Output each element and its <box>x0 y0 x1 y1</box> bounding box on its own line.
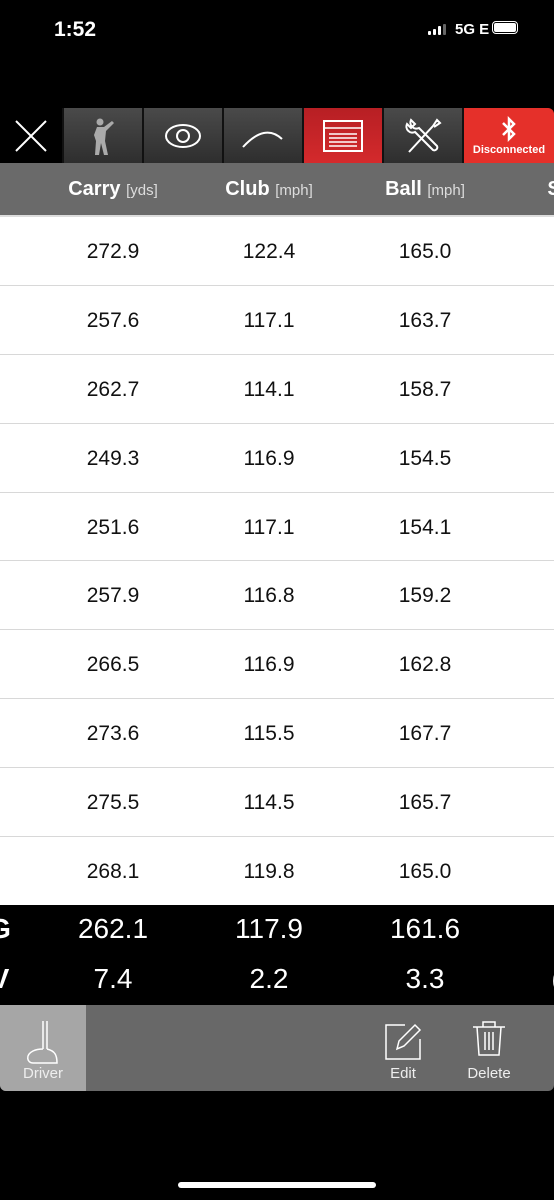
club-selector-button[interactable]: Driver <box>0 1005 86 1091</box>
network-type: 5G E <box>455 21 490 38</box>
summary-row-deviation: V 7.4 2.2 3.3 ( <box>0 955 554 1005</box>
table-row[interactable]: 273.6 115.5 167.7 <box>0 699 554 769</box>
table-cell: 122.4 <box>242 240 296 263</box>
table-cell: 275.5 <box>86 791 140 815</box>
table-cell: 163.7 <box>398 308 452 332</box>
column-name: Ball <box>385 178 422 200</box>
summary-value: 7.4 <box>93 963 133 994</box>
tools-icon <box>405 117 442 153</box>
table-row[interactable]: 251.6 117.1 154.1 <box>0 493 554 562</box>
table-header: Carry [yds] Club [mph] Ball [mph] S <box>0 163 554 217</box>
delete-label: Delete <box>467 1065 511 1082</box>
signal-icon <box>428 24 446 35</box>
column-header-club[interactable]: Club [mph] <box>225 178 313 201</box>
table-cell: 272.9 <box>86 240 140 263</box>
table-cell: 257.9 <box>86 584 140 608</box>
table-row[interactable]: 257.9 116.8 159.2 <box>0 561 554 631</box>
column-header-partial[interactable]: S <box>547 178 554 201</box>
column-unit: [mph] <box>275 182 313 199</box>
shot-table: 272.9 122.4 165.0 257.6 117.1 163.7 262.7 114.1… <box>0 217 554 906</box>
table-cell: 268.1 <box>86 860 140 884</box>
nav-bar: Disconnected <box>0 108 554 163</box>
table-cell: 257.6 <box>86 308 140 332</box>
table-row[interactable]: 257.6 117.1 163.7 <box>0 286 554 355</box>
column-header-carry[interactable]: Carry [yds] <box>68 178 158 201</box>
summary-value: 262.1 <box>77 913 149 944</box>
column-name: Carry <box>68 178 121 200</box>
table-cell: 154.5 <box>398 446 452 470</box>
table-cell: 114.5 <box>243 791 295 815</box>
summary-value: 161.6 <box>389 913 461 944</box>
summary-value: 117.9 <box>235 913 303 944</box>
tab-settings[interactable] <box>382 108 462 163</box>
table-cell: 116.9 <box>243 446 295 470</box>
close-button[interactable] <box>0 108 62 163</box>
summary-value: 3.3 <box>405 963 445 994</box>
table-cell: 116.9 <box>243 653 295 677</box>
column-name: Club <box>225 178 270 200</box>
close-icon <box>15 119 47 152</box>
status-bar: 1:52 5G E <box>0 0 554 60</box>
bluetooth-status-label: Disconnected <box>472 143 546 156</box>
table-cell: 158.7 <box>398 377 452 401</box>
table-cell: 167.7 <box>398 722 452 746</box>
eye-icon <box>165 123 201 148</box>
table-cell: 154.1 <box>398 515 452 539</box>
table-row[interactable]: 275.5 114.5 165.7 <box>0 768 554 838</box>
table-cell: 159.2 <box>398 584 452 608</box>
bottom-toolbar: Driver Edit Delete <box>0 1005 554 1091</box>
edit-button[interactable]: Edit <box>368 1005 438 1091</box>
battery-icon <box>492 21 518 34</box>
summary-value: 2.2 <box>249 963 289 994</box>
delete-button[interactable]: Delete <box>454 1005 524 1091</box>
table-cell: 266.5 <box>86 653 140 677</box>
driver-club-icon <box>27 1021 58 1064</box>
table-row[interactable]: 272.9 122.4 165.0 <box>0 217 554 286</box>
summary-row-average: G 262.1 117.9 161.6 <box>0 905 554 955</box>
tab-trajectory[interactable] <box>222 108 302 163</box>
summary-label: V <box>0 963 9 995</box>
tab-table[interactable] <box>302 108 382 163</box>
column-unit: [yds] <box>126 182 158 199</box>
table-cell: 114.1 <box>243 377 295 401</box>
table-cell: 165.7 <box>398 791 452 815</box>
golfer-icon <box>94 118 114 155</box>
table-cell: 117.1 <box>243 515 295 539</box>
tab-swing[interactable] <box>62 108 142 163</box>
trajectory-icon <box>242 131 283 148</box>
edit-icon <box>385 1023 422 1060</box>
column-header-ball[interactable]: Ball [mph] <box>385 178 465 201</box>
table-cell: 262.7 <box>86 377 140 401</box>
table-row[interactable]: 266.5 116.9 162.8 <box>0 630 554 700</box>
table-cell: 116.8 <box>243 584 295 608</box>
tab-view[interactable] <box>142 108 222 163</box>
table-cell: 162.8 <box>398 653 452 677</box>
table-row[interactable]: 249.3 116.9 154.5 <box>0 424 554 493</box>
table-cell: 165.0 <box>398 860 452 884</box>
table-cell: 115.5 <box>243 722 295 746</box>
home-indicator[interactable] <box>178 1182 376 1188</box>
summary-label: G <box>0 913 11 945</box>
bluetooth-status-button[interactable]: Disconnected <box>462 108 554 163</box>
trash-icon <box>473 1021 505 1056</box>
table-icon <box>323 119 363 152</box>
table-row[interactable]: 262.7 114.1 158.7 <box>0 355 554 424</box>
column-unit: [mph] <box>427 182 465 199</box>
summary-rows: G 262.1 117.9 161.6 V 7.4 2.2 3.3 ( <box>0 905 554 1005</box>
table-cell: 249.3 <box>86 446 140 470</box>
bluetooth-icon <box>502 115 516 142</box>
table-cell: 165.0 <box>398 240 452 263</box>
table-cell: 273.6 <box>86 722 140 746</box>
table-cell: 117.1 <box>243 308 295 332</box>
table-row[interactable]: 268.1 119.8 165.0 <box>0 837 554 906</box>
club-label: Driver <box>23 1065 63 1082</box>
table-cell: 119.8 <box>243 860 295 884</box>
table-cell: 251.6 <box>86 515 140 539</box>
edit-label: Edit <box>390 1065 416 1082</box>
clock: 1:52 <box>54 18 97 41</box>
